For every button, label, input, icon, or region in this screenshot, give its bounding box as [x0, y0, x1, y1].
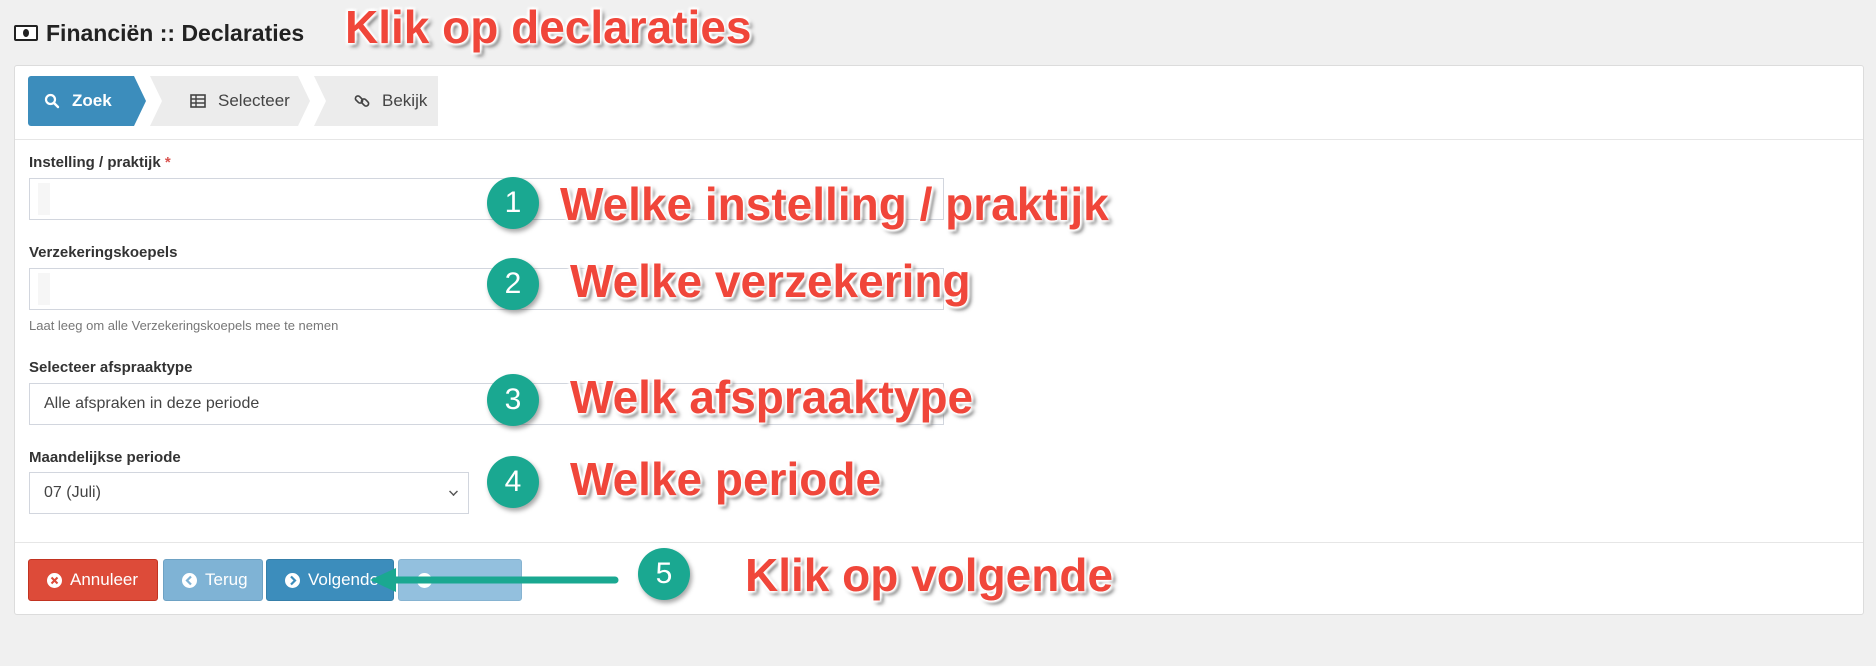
close-icon	[47, 572, 62, 588]
table-icon	[190, 94, 206, 108]
step-badge-3: 3	[487, 374, 539, 426]
arrow-annotation	[370, 568, 619, 592]
annotation-periode: Welke periode	[570, 453, 882, 505]
link-icon	[354, 93, 370, 109]
money-icon	[14, 25, 38, 41]
koepels-help-text: Laat leeg om alle Verzekeringskoepels me…	[29, 318, 339, 333]
search-icon	[44, 93, 60, 109]
tab-selecteer-label: Selecteer	[218, 91, 290, 110]
annotation-instelling: Welke instelling / praktijk	[560, 178, 1109, 230]
step-badge-4: 4	[487, 456, 539, 508]
tab-zoek-label: Zoek	[72, 91, 112, 110]
afspraaktype-label: Selecteer afspraaktype	[29, 359, 193, 376]
step-badge-1: 1	[487, 177, 539, 229]
form-panel: Zoek Selecteer Bekijk Instelling / prakt…	[14, 65, 1864, 615]
required-mark: *	[164, 154, 171, 171]
annotation-klik-volgende: Klik op volgende	[745, 549, 1114, 601]
annotation-verzekering: Welke verzekering	[570, 255, 971, 307]
periode-select[interactable]: 07 (Juli)	[29, 472, 469, 514]
tab-bekijk[interactable]: Bekijk	[314, 76, 438, 126]
terug-button[interactable]: Terug	[163, 559, 263, 601]
periode-label: Maandelijkse periode	[29, 449, 181, 466]
instelling-label: Instelling / praktijk *	[29, 154, 171, 171]
annotation-afspraaktype: Welk afspraaktype	[570, 371, 974, 423]
chevron-down-icon	[449, 487, 458, 496]
divider	[15, 139, 1863, 140]
annotation-klik-declaraties: Klik op declaraties	[345, 1, 752, 53]
page-title: Financiën :: Declaraties	[46, 19, 305, 46]
arrow-left-icon	[182, 572, 197, 588]
tab-selecteer[interactable]: Selecteer	[150, 76, 310, 126]
wizard-steps: Zoek Selecteer Bekijk	[28, 76, 442, 126]
koepels-label: Verzekeringskoepels	[29, 244, 178, 261]
annuleer-button[interactable]: Annuleer	[28, 559, 158, 601]
page-header: Financiën :: Declaraties	[14, 18, 304, 48]
step-badge-2: 2	[487, 258, 539, 310]
step-badge-5: 5	[638, 548, 690, 600]
arrow-right-icon	[285, 572, 300, 588]
tab-bekijk-label: Bekijk	[382, 91, 428, 110]
tab-zoek[interactable]: Zoek	[28, 76, 146, 126]
divider	[15, 542, 1863, 543]
